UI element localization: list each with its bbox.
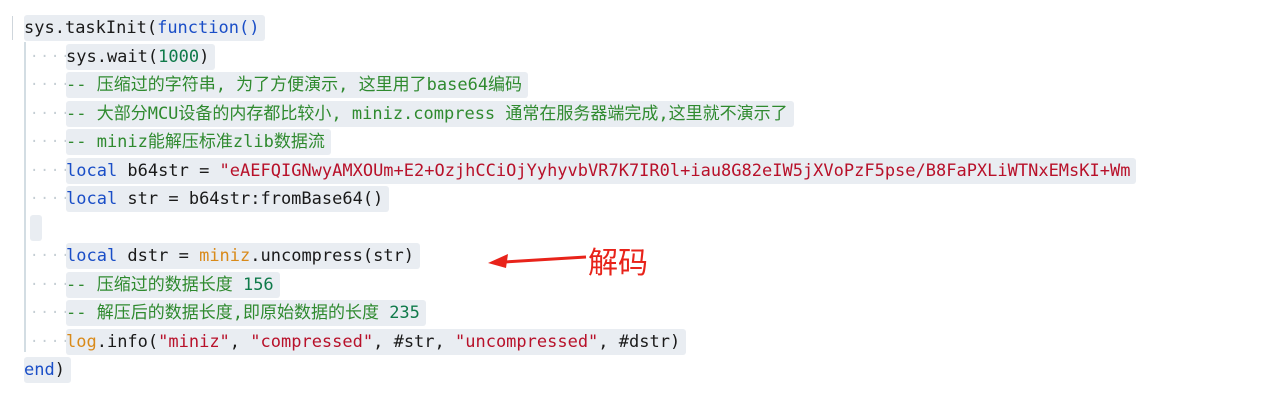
comment-text: -- 压缩过的字符串, 为了方便演示, 这里用了base64编码 xyxy=(66,72,529,98)
line-text: log.info("miniz", "compressed", #str, "u… xyxy=(66,328,687,355)
indent-dots: ···· xyxy=(30,162,72,179)
comment-number: 156 xyxy=(242,274,274,295)
token-close-paren: ) xyxy=(199,46,210,67)
token-string: "uncompressed" xyxy=(455,331,599,352)
arrow-icon xyxy=(488,254,587,268)
token-sys-wait: sys.wait( xyxy=(66,46,159,67)
line-text: local b64str = "eAEFQIGNwyAMXOUm+E2+Ozjh… xyxy=(66,157,1137,184)
line-text: end) xyxy=(24,357,71,383)
indent-dots: ···· xyxy=(30,134,72,150)
token-assign: b64str = xyxy=(117,160,220,181)
code-line-3[interactable]: ···· -- 压缩过的字符串, 为了方便演示, 这里用了base64编码 xyxy=(0,71,1263,100)
line-text: -- 压缩过的数据长度 156 xyxy=(66,271,280,298)
token-local-keyword: local xyxy=(66,246,118,266)
indent-dots: ···· xyxy=(30,77,72,93)
token-comma: , xyxy=(229,331,251,352)
line-text: sys.wait(1000) xyxy=(66,43,216,70)
code-line-5[interactable]: ···· -- miniz能解压标准zlib数据流 xyxy=(0,128,1263,157)
token-string: "eAEFQIGNwyAMXOUm+E2+OzjhCCiOjYyhyvbVR7K… xyxy=(219,160,1131,181)
code-line-6[interactable]: ···· local b64str = "eAEFQIGNwyAMXOUm+E2… xyxy=(0,157,1263,186)
token-close-paren: ) xyxy=(54,360,65,380)
token-end-keyword: end xyxy=(24,360,55,380)
comment-text: -- miniz能解压标准zlib数据流 xyxy=(66,129,331,155)
line-text: local dstr = miniz.uncompress(str) xyxy=(66,243,421,269)
token-function-keyword: function xyxy=(157,18,239,38)
comment-text: -- 大部分MCU设备的内存都比较小, miniz.compress 通常在服务… xyxy=(66,100,794,127)
token-call: .uncompress(str) xyxy=(250,246,415,266)
token-sys: sys xyxy=(24,18,55,38)
comment-number: 235 xyxy=(389,303,420,323)
token-local-keyword: local xyxy=(66,189,118,209)
empty-line-highlight xyxy=(30,214,42,241)
token-args: , #str, xyxy=(373,331,455,352)
line-text: sys.taskInit(function() xyxy=(24,15,266,41)
code-line-7[interactable]: ···· local str = b64str:fromBase64() xyxy=(0,185,1263,214)
code-line-13[interactable]: end) xyxy=(0,356,1263,385)
code-line-12[interactable]: ···· log.info("miniz", "compressed", #st… xyxy=(0,328,1263,357)
indent-dots: ···· xyxy=(30,191,72,207)
indent-dots: ···· xyxy=(30,305,72,321)
code-line-2[interactable]: ···· sys.wait(1000) xyxy=(0,43,1263,72)
code-editor[interactable]: sys.taskInit(function() ···· sys.wait(10… xyxy=(0,14,1263,385)
code-line-11[interactable]: ···· -- 解压后的数据长度,即原始数据的长度 235 xyxy=(0,299,1263,328)
indent-dots: ···· xyxy=(30,48,72,65)
token-assign: str = b64str:fromBase64() xyxy=(117,189,384,209)
token-args: , #dstr) xyxy=(598,331,681,352)
line-text: local str = b64str:fromBase64() xyxy=(66,186,390,212)
code-line-1[interactable]: sys.taskInit(function() xyxy=(0,14,1263,43)
token-call: .info( xyxy=(96,331,159,352)
token-library: miniz xyxy=(199,246,251,266)
token-local-keyword: local xyxy=(66,160,118,181)
token-library: log xyxy=(66,331,97,352)
token-string: "compressed" xyxy=(250,331,374,352)
token-string: "miniz" xyxy=(158,331,230,352)
indent-dots: ···· xyxy=(30,276,72,293)
indent-dots: ···· xyxy=(30,333,72,350)
indent-dots: ···· xyxy=(30,105,72,122)
line-text: -- 解压后的数据长度,即原始数据的长度 235 xyxy=(66,300,426,326)
token-taskinit: .taskInit( xyxy=(54,18,158,38)
token-assign: dstr = xyxy=(117,246,200,266)
comment-text: -- 压缩过的数据长度 xyxy=(66,274,243,295)
annotation-label: 解码 xyxy=(588,246,648,281)
code-line-4[interactable]: ···· -- 大部分MCU设备的内存都比较小, miniz.compress … xyxy=(0,100,1263,129)
token-parens: () xyxy=(238,18,260,38)
token-number: 1000 xyxy=(158,46,200,67)
indent-dots: ···· xyxy=(30,248,72,264)
comment-text: -- 解压后的数据长度,即原始数据的长度 xyxy=(66,303,390,323)
